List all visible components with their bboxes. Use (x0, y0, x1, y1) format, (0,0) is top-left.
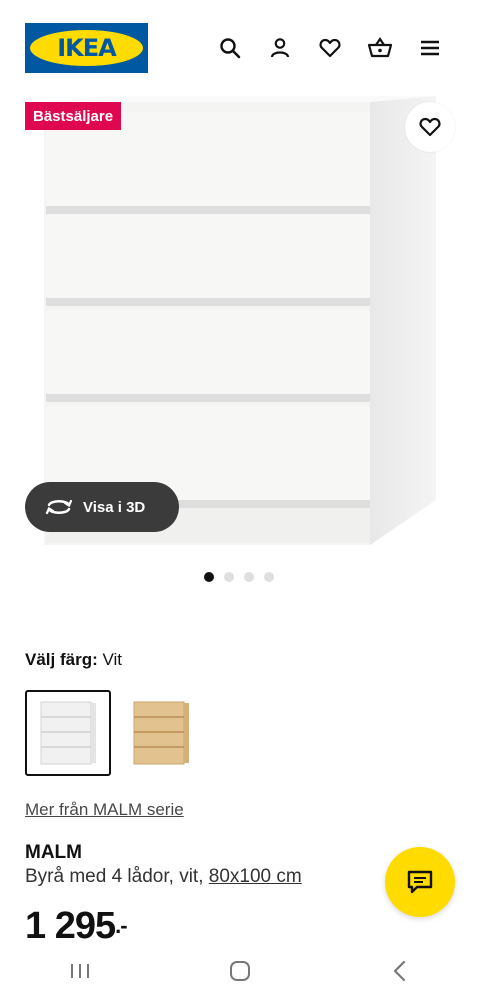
user-icon[interactable] (265, 33, 295, 63)
favorite-button[interactable] (405, 102, 455, 152)
product-description-text: Byrå med 4 lådor, vit, (25, 866, 204, 887)
home-icon[interactable] (210, 951, 270, 991)
logo-text: IKEA (57, 34, 116, 62)
carousel-dot-4[interactable] (264, 572, 274, 582)
chat-icon (407, 870, 433, 894)
recent-apps-icon[interactable] (50, 951, 110, 991)
carousel-dot-2[interactable] (224, 572, 234, 582)
color-label-title: Välj färg: (25, 650, 98, 669)
back-icon[interactable] (370, 951, 430, 991)
carousel-indicator (204, 572, 274, 582)
series-link[interactable]: Mer från MALM serie (25, 800, 184, 820)
color-select-label: Välj färg: Vit (25, 650, 122, 670)
product-description: Byrå med 4 lådor, vit, 80x100 cm (25, 866, 302, 888)
heart-icon[interactable] (315, 33, 345, 63)
oak-dresser-swatch[interactable] (118, 690, 204, 776)
chat-button[interactable] (385, 847, 455, 917)
white-dresser-thumbnail (40, 701, 96, 765)
carousel-dot-3[interactable] (244, 572, 254, 582)
product-image-carousel[interactable]: Bästsäljare Visa i 3D (0, 96, 480, 566)
carousel-dot-1[interactable] (204, 572, 214, 582)
view-3d-button[interactable]: Visa i 3D (25, 482, 179, 532)
basket-icon[interactable] (365, 33, 395, 63)
ikea-logo[interactable]: IKEA (25, 23, 148, 73)
price-suffix: .- (115, 913, 127, 938)
product-name: MALM (25, 842, 82, 863)
logo-ellipse: IKEA (30, 30, 143, 66)
bestseller-badge: Bästsäljare (25, 102, 122, 130)
oak-dresser-thumbnail (133, 701, 189, 765)
menu-icon[interactable] (415, 33, 445, 63)
color-label-value: Vit (102, 650, 123, 669)
view-3d-label: Visa i 3D (83, 498, 146, 516)
heart-icon (419, 117, 441, 137)
white-dresser-swatch[interactable] (25, 690, 111, 776)
system-navigation-bar (0, 941, 480, 1001)
rotate-3d-icon (45, 499, 73, 515)
search-icon[interactable] (215, 33, 245, 63)
product-size-link[interactable]: 80x100 cm (209, 866, 302, 887)
header: IKEA (0, 0, 480, 96)
